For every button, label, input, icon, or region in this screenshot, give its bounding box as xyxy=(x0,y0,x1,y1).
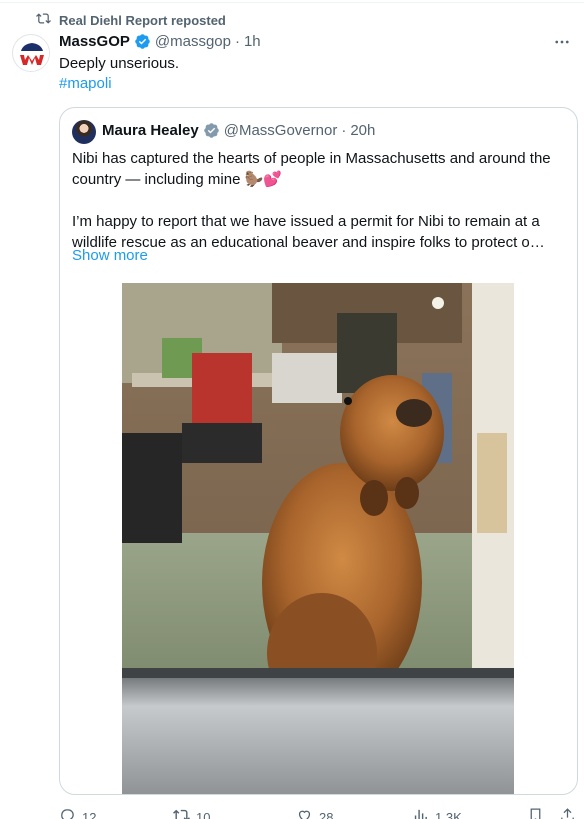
separator: · xyxy=(234,33,240,50)
repost-label: Real Diehl Report reposted xyxy=(59,12,226,28)
views-button[interactable]: 1.3K xyxy=(412,807,462,819)
quoted-author-avatar[interactable] xyxy=(72,120,96,144)
quoted-tweet-text: Nibi has captured the hearts of people i… xyxy=(72,148,567,253)
repost-count: 10 xyxy=(196,809,211,819)
quoted-tweet[interactable]: Maura Healey @MassGovernor · 20h Nibi ha… xyxy=(59,107,578,795)
verified-badge-icon[interactable] xyxy=(134,33,151,50)
views-chart-icon xyxy=(412,807,429,819)
quoted-tweet-header: Maura Healey @MassGovernor · 20h xyxy=(102,122,375,139)
share-icon xyxy=(559,807,576,819)
quoted-separator: · xyxy=(341,122,347,139)
more-options-icon[interactable] xyxy=(552,32,572,52)
hashtag-link[interactable]: #mapoli xyxy=(59,74,112,94)
quoted-paragraph-1: Nibi has captured the hearts of people i… xyxy=(72,150,551,188)
action-bar: 12 10 28 1.3K xyxy=(59,807,578,819)
top-divider xyxy=(0,2,584,3)
tweet-header: MassGOP @massgop · 1h xyxy=(59,33,544,50)
reply-button[interactable]: 12 xyxy=(59,807,96,819)
repost-action-icon xyxy=(173,807,190,819)
post-time[interactable]: 1h xyxy=(244,33,261,50)
author-name[interactable]: MassGOP xyxy=(59,33,130,50)
author-avatar[interactable] xyxy=(12,34,50,72)
like-count: 28 xyxy=(319,809,334,819)
like-button[interactable]: 28 xyxy=(296,807,333,819)
massgop-logo xyxy=(14,36,49,71)
author-handle[interactable]: @massgop xyxy=(155,33,231,50)
reply-count: 12 xyxy=(82,809,97,819)
heart-icon xyxy=(296,807,313,819)
repost-icon xyxy=(36,11,51,29)
quoted-author-name[interactable]: Maura Healey xyxy=(102,122,199,139)
quoted-author-handle[interactable]: @MassGovernor xyxy=(224,122,338,139)
bookmark-icon xyxy=(527,807,544,819)
views-count: 1.3K xyxy=(435,809,462,819)
quoted-post-time[interactable]: 20h xyxy=(350,122,375,139)
beaver-photo[interactable] xyxy=(122,283,514,794)
government-badge-icon[interactable] xyxy=(203,122,220,139)
repost-button[interactable]: 10 xyxy=(173,807,210,819)
bookmark-button[interactable] xyxy=(527,807,544,819)
tweet-text: Deeply unserious. xyxy=(59,55,180,72)
share-button[interactable] xyxy=(559,807,576,819)
reply-icon xyxy=(59,807,76,819)
show-more-link[interactable]: Show more xyxy=(72,247,148,264)
beaver-image xyxy=(122,283,514,794)
repost-context[interactable]: Real Diehl Report reposted xyxy=(36,11,226,29)
